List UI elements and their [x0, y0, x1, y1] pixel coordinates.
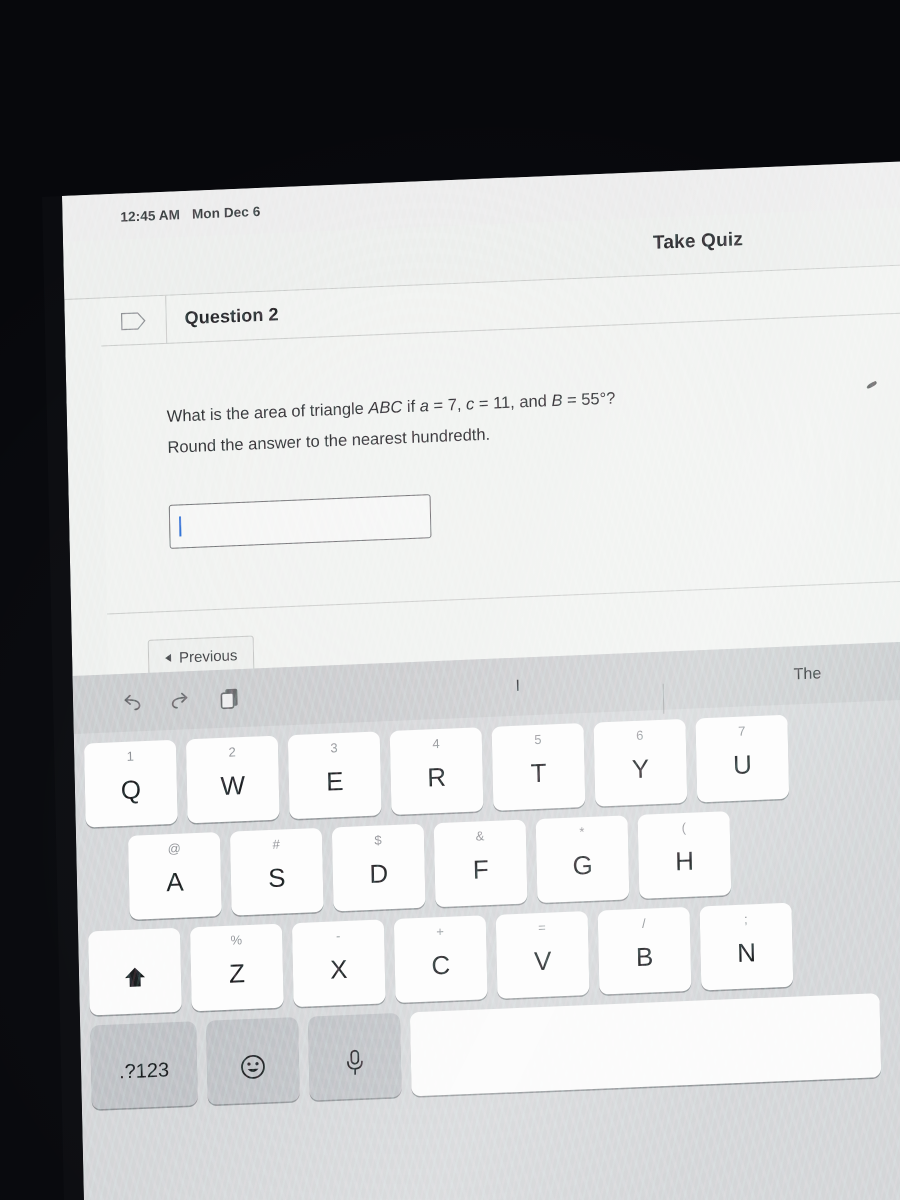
key-b[interactable]: / B — [597, 906, 692, 995]
prompt-seg-c: = 7, — [428, 395, 467, 416]
key-s[interactable]: # S — [229, 827, 324, 916]
key-q[interactable]: 1 Q — [83, 739, 178, 828]
tablet-device: 12:45 AM Mon Dec 6 Take Quiz Question 2 … — [42, 159, 900, 1200]
page-title: Take Quiz — [652, 229, 744, 254]
key-c-label: C — [431, 949, 451, 981]
flag-outline-icon — [120, 311, 146, 330]
keyboard-rows: 1 Q 2 W 3 E 4 R 5 T 6 Y 7 U @ A # S $ D … — [74, 698, 900, 1110]
key-z[interactable]: % Z — [189, 923, 284, 1012]
key-h-alt: ( — [681, 819, 687, 836]
key-f-alt: & — [475, 828, 485, 844]
key-e-label: E — [325, 765, 344, 797]
redo-icon[interactable] — [169, 689, 193, 712]
question-prompt: What is the area of triangle ABC if a = … — [166, 376, 787, 462]
key-w[interactable]: 2 W — [185, 735, 280, 824]
key-q-alt: 1 — [126, 748, 135, 764]
keyboard-tool-group — [73, 686, 241, 717]
question-body: What is the area of triangle ABC if a = … — [101, 311, 900, 615]
key-c-alt: + — [436, 923, 445, 940]
prompt-triangle-abc: ABC — [368, 398, 403, 418]
key-g-label: G — [572, 849, 594, 881]
microphone-icon — [344, 1047, 367, 1078]
key-s-label: S — [267, 862, 286, 894]
key-f[interactable]: & F — [433, 819, 528, 908]
key-a-alt: @ — [167, 840, 182, 857]
flag-cell[interactable] — [100, 295, 168, 347]
key-u-label: U — [732, 749, 753, 780]
prompt-seg-e: = 55°? — [562, 389, 616, 410]
key-y[interactable]: 6 Y — [593, 718, 688, 807]
key-z-label: Z — [228, 958, 246, 989]
key-t-alt: 5 — [534, 731, 542, 748]
status-bar-date: Mon Dec 6 — [191, 203, 261, 222]
question-card: Question 2 What is the area of triangle … — [100, 263, 900, 707]
shift-key[interactable] — [88, 927, 182, 1016]
key-r-label: R — [426, 761, 447, 793]
emoji-icon — [238, 1051, 269, 1082]
key-x-label: X — [329, 953, 348, 985]
key-n-alt: ; — [743, 911, 748, 927]
key-g-alt: * — [579, 824, 585, 840]
prompt-seg-d: = 11, and — [474, 392, 552, 414]
key-y-label: Y — [631, 753, 650, 785]
key-b-alt: / — [641, 915, 646, 931]
key-c[interactable]: + C — [393, 915, 488, 1003]
status-bar-time: 12:45 AM — [120, 206, 181, 225]
key-s-alt: # — [272, 836, 280, 852]
key-x[interactable]: - X — [291, 919, 386, 1008]
key-x-alt: - — [335, 928, 341, 944]
answer-input[interactable] — [168, 494, 432, 549]
key-b-label: B — [635, 941, 654, 973]
numbers-key[interactable]: .?123 — [90, 1021, 198, 1110]
prompt-seg-a: What is the area of triangle — [166, 399, 369, 426]
prompt-var-b: B — [551, 391, 563, 411]
key-n-label: N — [736, 937, 757, 968]
photograph-of-tablet: 12:45 AM Mon Dec 6 Take Quiz Question 2 … — [0, 0, 900, 1200]
undo-icon[interactable] — [119, 691, 143, 714]
key-d-label: D — [369, 858, 389, 889]
key-t[interactable]: 5 T — [491, 723, 586, 811]
key-h[interactable]: ( H — [637, 811, 732, 899]
key-r-alt: 4 — [432, 735, 440, 752]
key-d[interactable]: $ D — [331, 823, 426, 912]
key-q-label: Q — [120, 774, 142, 806]
key-v[interactable]: = V — [495, 911, 590, 999]
key-e[interactable]: 3 E — [287, 731, 382, 820]
emoji-key[interactable] — [206, 1017, 300, 1105]
paste-icon[interactable] — [219, 686, 242, 711]
chevron-left-icon — [165, 653, 172, 663]
key-z-alt: % — [230, 932, 243, 948]
key-e-alt: 3 — [330, 740, 338, 756]
key-y-alt: 6 — [636, 727, 644, 743]
key-v-alt: = — [538, 919, 546, 936]
prompt-seg-b: if — [402, 397, 420, 417]
onscreen-keyboard: I The 1 Q 2 W 3 E 4 R 5 T 6 Y 7 U @ A # … — [72, 639, 900, 1200]
space-key[interactable] — [409, 993, 882, 1097]
numbers-key-label: .?123 — [118, 1059, 170, 1084]
key-d-alt: $ — [374, 832, 382, 848]
key-h-label: H — [674, 845, 695, 877]
question-heading: Question 2 — [184, 304, 279, 329]
key-w-alt: 2 — [228, 744, 236, 760]
prediction-item-2[interactable]: The — [662, 660, 900, 690]
key-u[interactable]: 7 U — [695, 714, 790, 803]
key-n[interactable]: ; N — [699, 902, 794, 991]
previous-button-label: Previous — [178, 646, 238, 667]
shift-arrow-icon — [122, 964, 149, 991]
key-u-alt: 7 — [737, 723, 746, 739]
key-w-label: W — [220, 769, 246, 801]
key-t-label: T — [530, 757, 547, 789]
key-v-label: V — [533, 945, 552, 977]
text-caret — [178, 516, 182, 537]
key-a-label: A — [165, 866, 184, 898]
key-f-label: F — [472, 854, 489, 885]
dictation-key[interactable] — [307, 1012, 402, 1101]
key-r[interactable]: 4 R — [389, 727, 484, 816]
tablet-screen: 12:45 AM Mon Dec 6 Take Quiz Question 2 … — [62, 159, 900, 1200]
prediction-item-1[interactable]: I — [373, 672, 663, 702]
key-g[interactable]: * G — [535, 815, 630, 904]
key-a[interactable]: @ A — [127, 832, 222, 920]
